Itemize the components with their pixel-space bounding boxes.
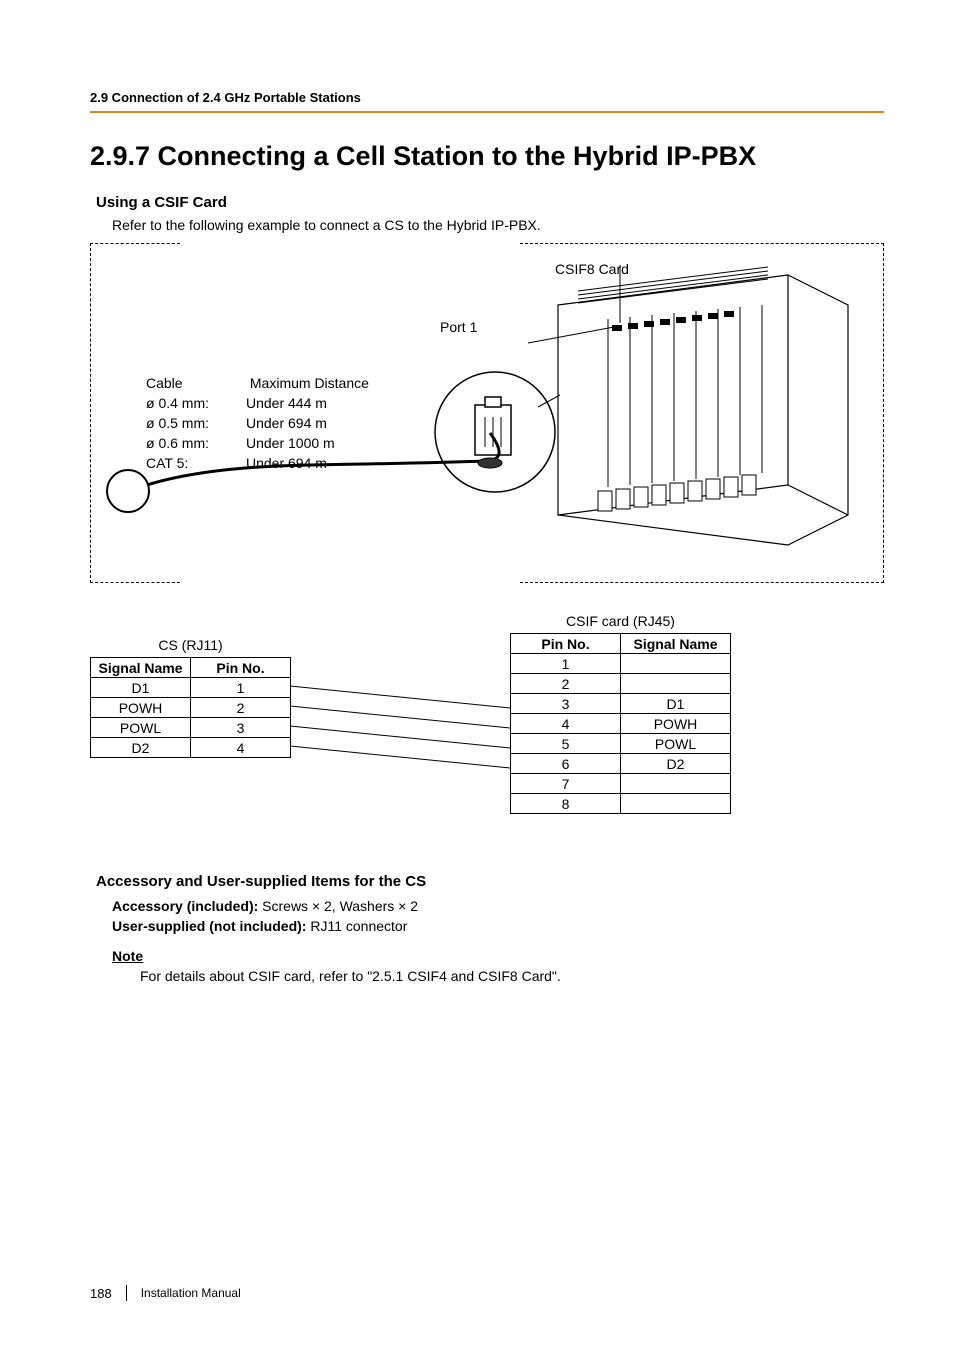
header-rule: [90, 111, 884, 113]
table-cell: 7: [511, 774, 621, 794]
table-cell: 6: [511, 754, 621, 774]
table-cell: 8: [511, 794, 621, 814]
page-title: 2.9.7 Connecting a Cell Station to the H…: [90, 141, 884, 172]
table-cell: 5: [511, 734, 621, 754]
table-cell: POWL: [91, 718, 191, 738]
note-heading: Note: [112, 948, 884, 964]
cable-col-heading-2: Maximum Distance: [250, 373, 400, 393]
table-cell: 1: [191, 678, 291, 698]
cable-col-heading-1: Cable: [146, 373, 246, 393]
user-supplied-value: RJ11 connector: [310, 918, 407, 934]
subheading-using-csif: Using a CSIF Card: [96, 194, 884, 211]
table-cell: D2: [621, 754, 731, 774]
cable-row-dist: Under 444 m: [246, 393, 396, 413]
cable-row-label: ø 0.4 mm:: [146, 393, 246, 413]
footer-doc-title: Installation Manual: [141, 1286, 241, 1300]
table-cell: D2: [91, 738, 191, 758]
table-cell: 4: [511, 714, 621, 734]
diagram: CSIF8 Card Port 1: [90, 243, 884, 583]
table-cell: 2: [511, 674, 621, 694]
cs-device-icon: [106, 469, 150, 513]
table-cell: [621, 794, 731, 814]
table-csif-caption: CSIF card (RJ45): [510, 613, 731, 629]
table-cell: POWH: [91, 698, 191, 718]
table-cs-caption: CS (RJ11): [90, 637, 291, 653]
table-cell: POWH: [621, 714, 731, 734]
table-csif-col-1: Pin No.: [511, 634, 621, 654]
magnifier-inset: [430, 367, 560, 497]
table-cell: 1: [511, 654, 621, 674]
table-cs-col-2: Pin No.: [191, 658, 291, 678]
table-cell: D1: [621, 694, 731, 714]
subheading-accessory: Accessory and User-supplied Items for th…: [96, 873, 884, 890]
cable-row-dist: Under 694 m: [246, 453, 396, 473]
cable-row-dist: Under 694 m: [246, 413, 396, 433]
cable-row-dist: Under 1000 m: [246, 433, 396, 453]
table-cell: POWL: [621, 734, 731, 754]
page: 2.9 Connection of 2.4 GHz Portable Stati…: [0, 0, 954, 1351]
note-body: For details about CSIF card, refer to "2…: [140, 968, 884, 984]
header-section: 2.9 Connection of 2.4 GHz Portable Stati…: [90, 90, 884, 105]
accessory-included-label: Accessory (included):: [112, 898, 262, 914]
table-cell: 2: [191, 698, 291, 718]
pin-tables: CS (RJ11) Signal Name Pin No. D11 POWH2 …: [90, 613, 884, 833]
pin-mapping-lines: [290, 613, 510, 833]
table-cell: [621, 674, 731, 694]
table-csif-rj45: CSIF card (RJ45) Pin No. Signal Name 1 2…: [510, 613, 731, 814]
table-cell: 4: [191, 738, 291, 758]
table-cs-rj11: CS (RJ11) Signal Name Pin No. D11 POWH2 …: [90, 637, 291, 758]
pbx-device-illustration: [528, 255, 880, 573]
table-cell: [621, 654, 731, 674]
cable-spec-table: Cable Maximum Distance ø 0.4 mm:Under 44…: [146, 373, 400, 473]
footer-separator: [126, 1285, 127, 1301]
page-number: 188: [90, 1286, 112, 1301]
cable-row-label: ø 0.5 mm:: [146, 413, 246, 433]
lead-text: Refer to the following example to connec…: [112, 217, 884, 233]
table-csif-col-2: Signal Name: [621, 634, 731, 654]
cable-row-label: CAT 5:: [146, 453, 246, 473]
table-cell: 3: [511, 694, 621, 714]
port-label: Port 1: [440, 319, 477, 335]
page-footer: 188 Installation Manual: [90, 1285, 241, 1301]
accessory-included-value: Screws × 2, Washers × 2: [262, 898, 418, 914]
cable-row-label: ø 0.6 mm:: [146, 433, 246, 453]
table-cell: 3: [191, 718, 291, 738]
table-cell: D1: [91, 678, 191, 698]
user-supplied-line: User-supplied (not included): RJ11 conne…: [112, 918, 884, 934]
table-cell: [621, 774, 731, 794]
table-cs-col-1: Signal Name: [91, 658, 191, 678]
user-supplied-label: User-supplied (not included):: [112, 918, 310, 934]
accessory-included-line: Accessory (included): Screws × 2, Washer…: [112, 898, 884, 914]
